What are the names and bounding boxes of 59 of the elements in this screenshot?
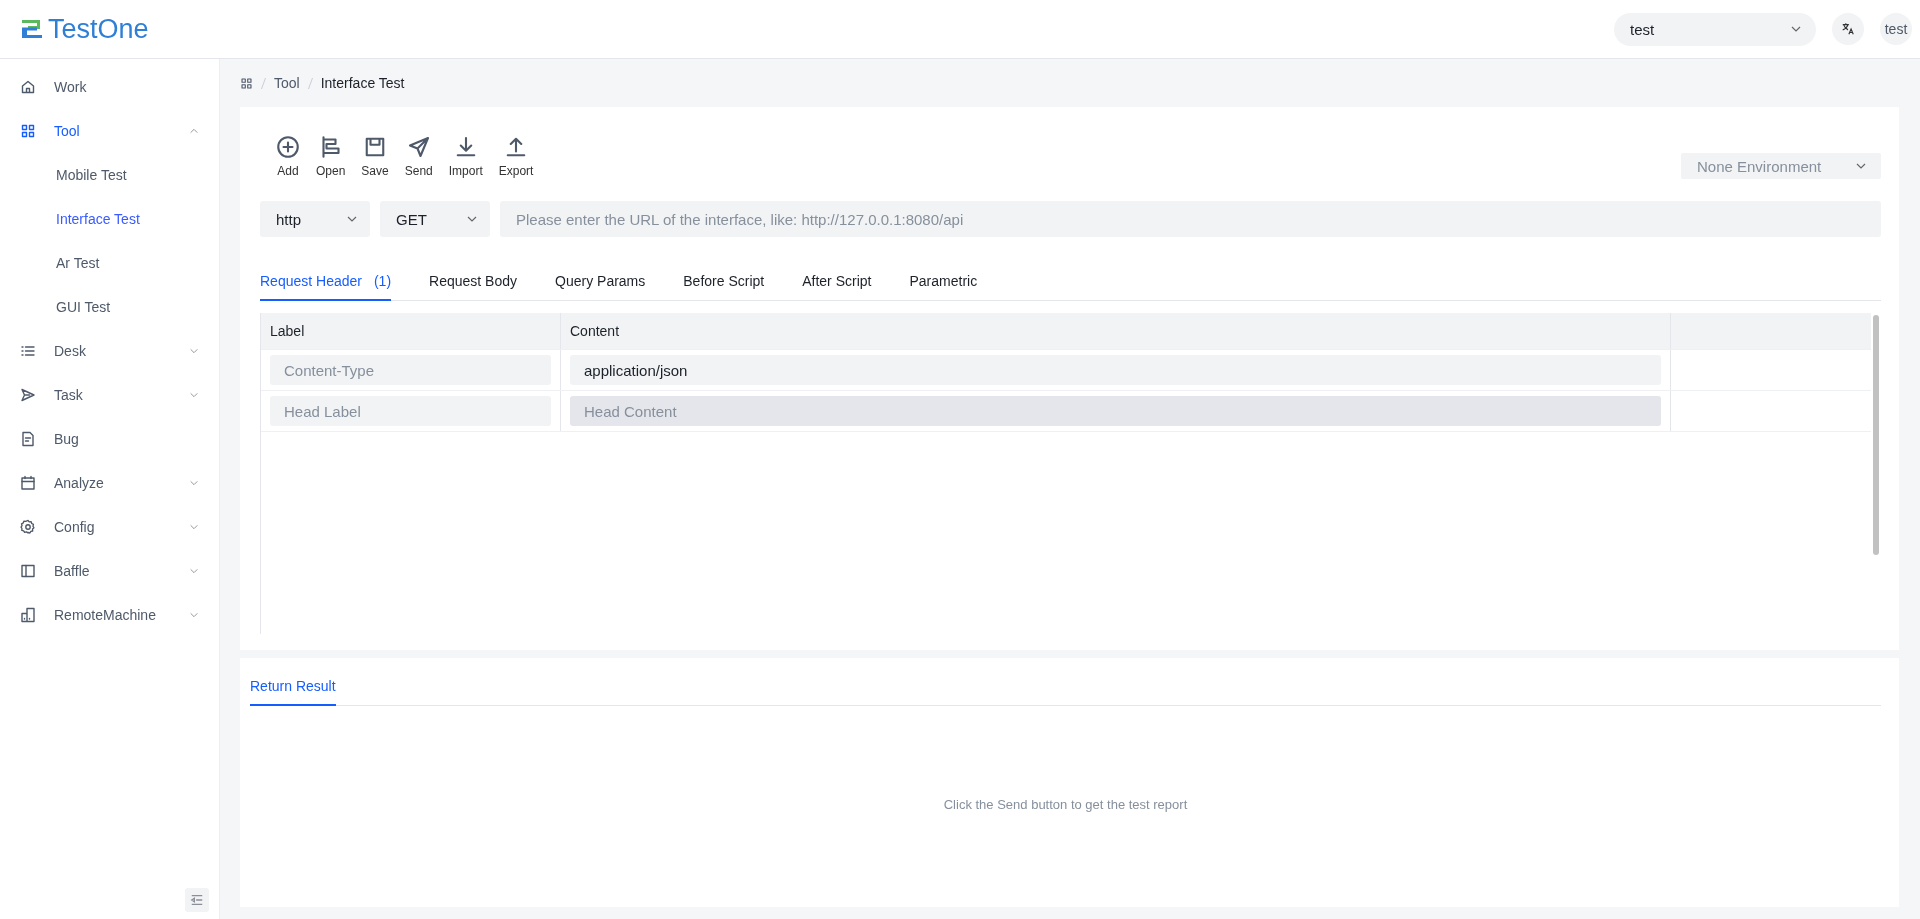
send-icon [406,135,431,159]
add-icon [276,135,300,159]
home-icon [20,79,36,95]
grid-icon [20,123,36,139]
sidebar-item[interactable]: Work [0,65,219,109]
toolbar-button[interactable]: Save [357,135,393,178]
sidebar-item[interactable]: Config [0,505,219,549]
content-input[interactable]: Head Content [570,396,1661,426]
project-select[interactable]: test [1614,12,1816,46]
toolbar-button[interactable]: Open [312,135,350,178]
sidebar-item[interactable]: Tool [0,109,219,153]
logo-icon [20,18,44,40]
empty-message: Click the Send button to get the test report [943,797,1188,812]
breadcrumb-link[interactable]: Interface Test [320,75,405,91]
gear-icon [20,519,36,535]
sidebar-item[interactable]: Bug [0,417,219,461]
breadcrumb-link[interactable]: Tool [274,75,300,91]
sidebar-subitem[interactable]: Interface Test [0,197,219,241]
sidebar-item[interactable]: RemoteMachine [0,593,219,637]
sidebar-subitem[interactable]: Mobile Test [0,153,219,197]
tab[interactable]: Before Script [683,265,765,301]
tab[interactable]: Return Result [250,670,336,706]
logo-text: TestOne [48,13,149,45]
toolbar-button[interactable]: Import [444,135,487,178]
label-input[interactable]: Head Label [270,396,551,426]
tab[interactable]: Parametric [909,265,978,301]
url-input[interactable]: Please enter the URL of the interface, like: http://127.0.0.1:8080/api [500,201,1881,237]
collapse-icon [190,893,204,907]
sidebar-item[interactable]: Task [0,373,219,417]
grid-icon [240,76,253,90]
sidebar-item[interactable]: Analyze [0,461,219,505]
user-avatar[interactable]: test [1880,13,1912,45]
tab[interactable]: Request Header (1) [260,265,392,301]
document-icon [20,431,36,447]
label-input[interactable]: Content-Type [270,355,551,385]
method-select[interactable]: GET [380,201,490,237]
column-header: Label [261,313,561,349]
sidebar-item[interactable]: Baffle [0,549,219,593]
translate-button[interactable] [1832,13,1864,45]
panel-icon [20,563,36,579]
tab[interactable]: After Script [802,265,872,301]
calendar-icon [20,475,36,491]
column-header: Content [561,313,1671,349]
sidebar-subitem[interactable]: GUI Test [0,285,219,329]
toolbar-button[interactable]: Send [400,135,437,178]
toolbar-button[interactable]: Export [494,135,538,178]
content-input[interactable]: application/json [570,355,1661,385]
send-icon [20,387,36,403]
collapse-sidebar-button[interactable] [185,888,209,912]
sidebar-item[interactable]: Desk [0,329,219,373]
list-icon [20,343,36,359]
protocol-select[interactable]: http [260,201,370,237]
building-icon [20,607,36,623]
scrollbar-thumb[interactable] [1873,315,1879,555]
tab[interactable]: Query Params [555,265,646,301]
sidebar-subitem[interactable]: Ar Test [0,241,219,285]
toolbar-button[interactable]: Add [272,135,304,178]
translate-icon [1841,22,1855,36]
tab[interactable]: Request Body [429,265,518,301]
